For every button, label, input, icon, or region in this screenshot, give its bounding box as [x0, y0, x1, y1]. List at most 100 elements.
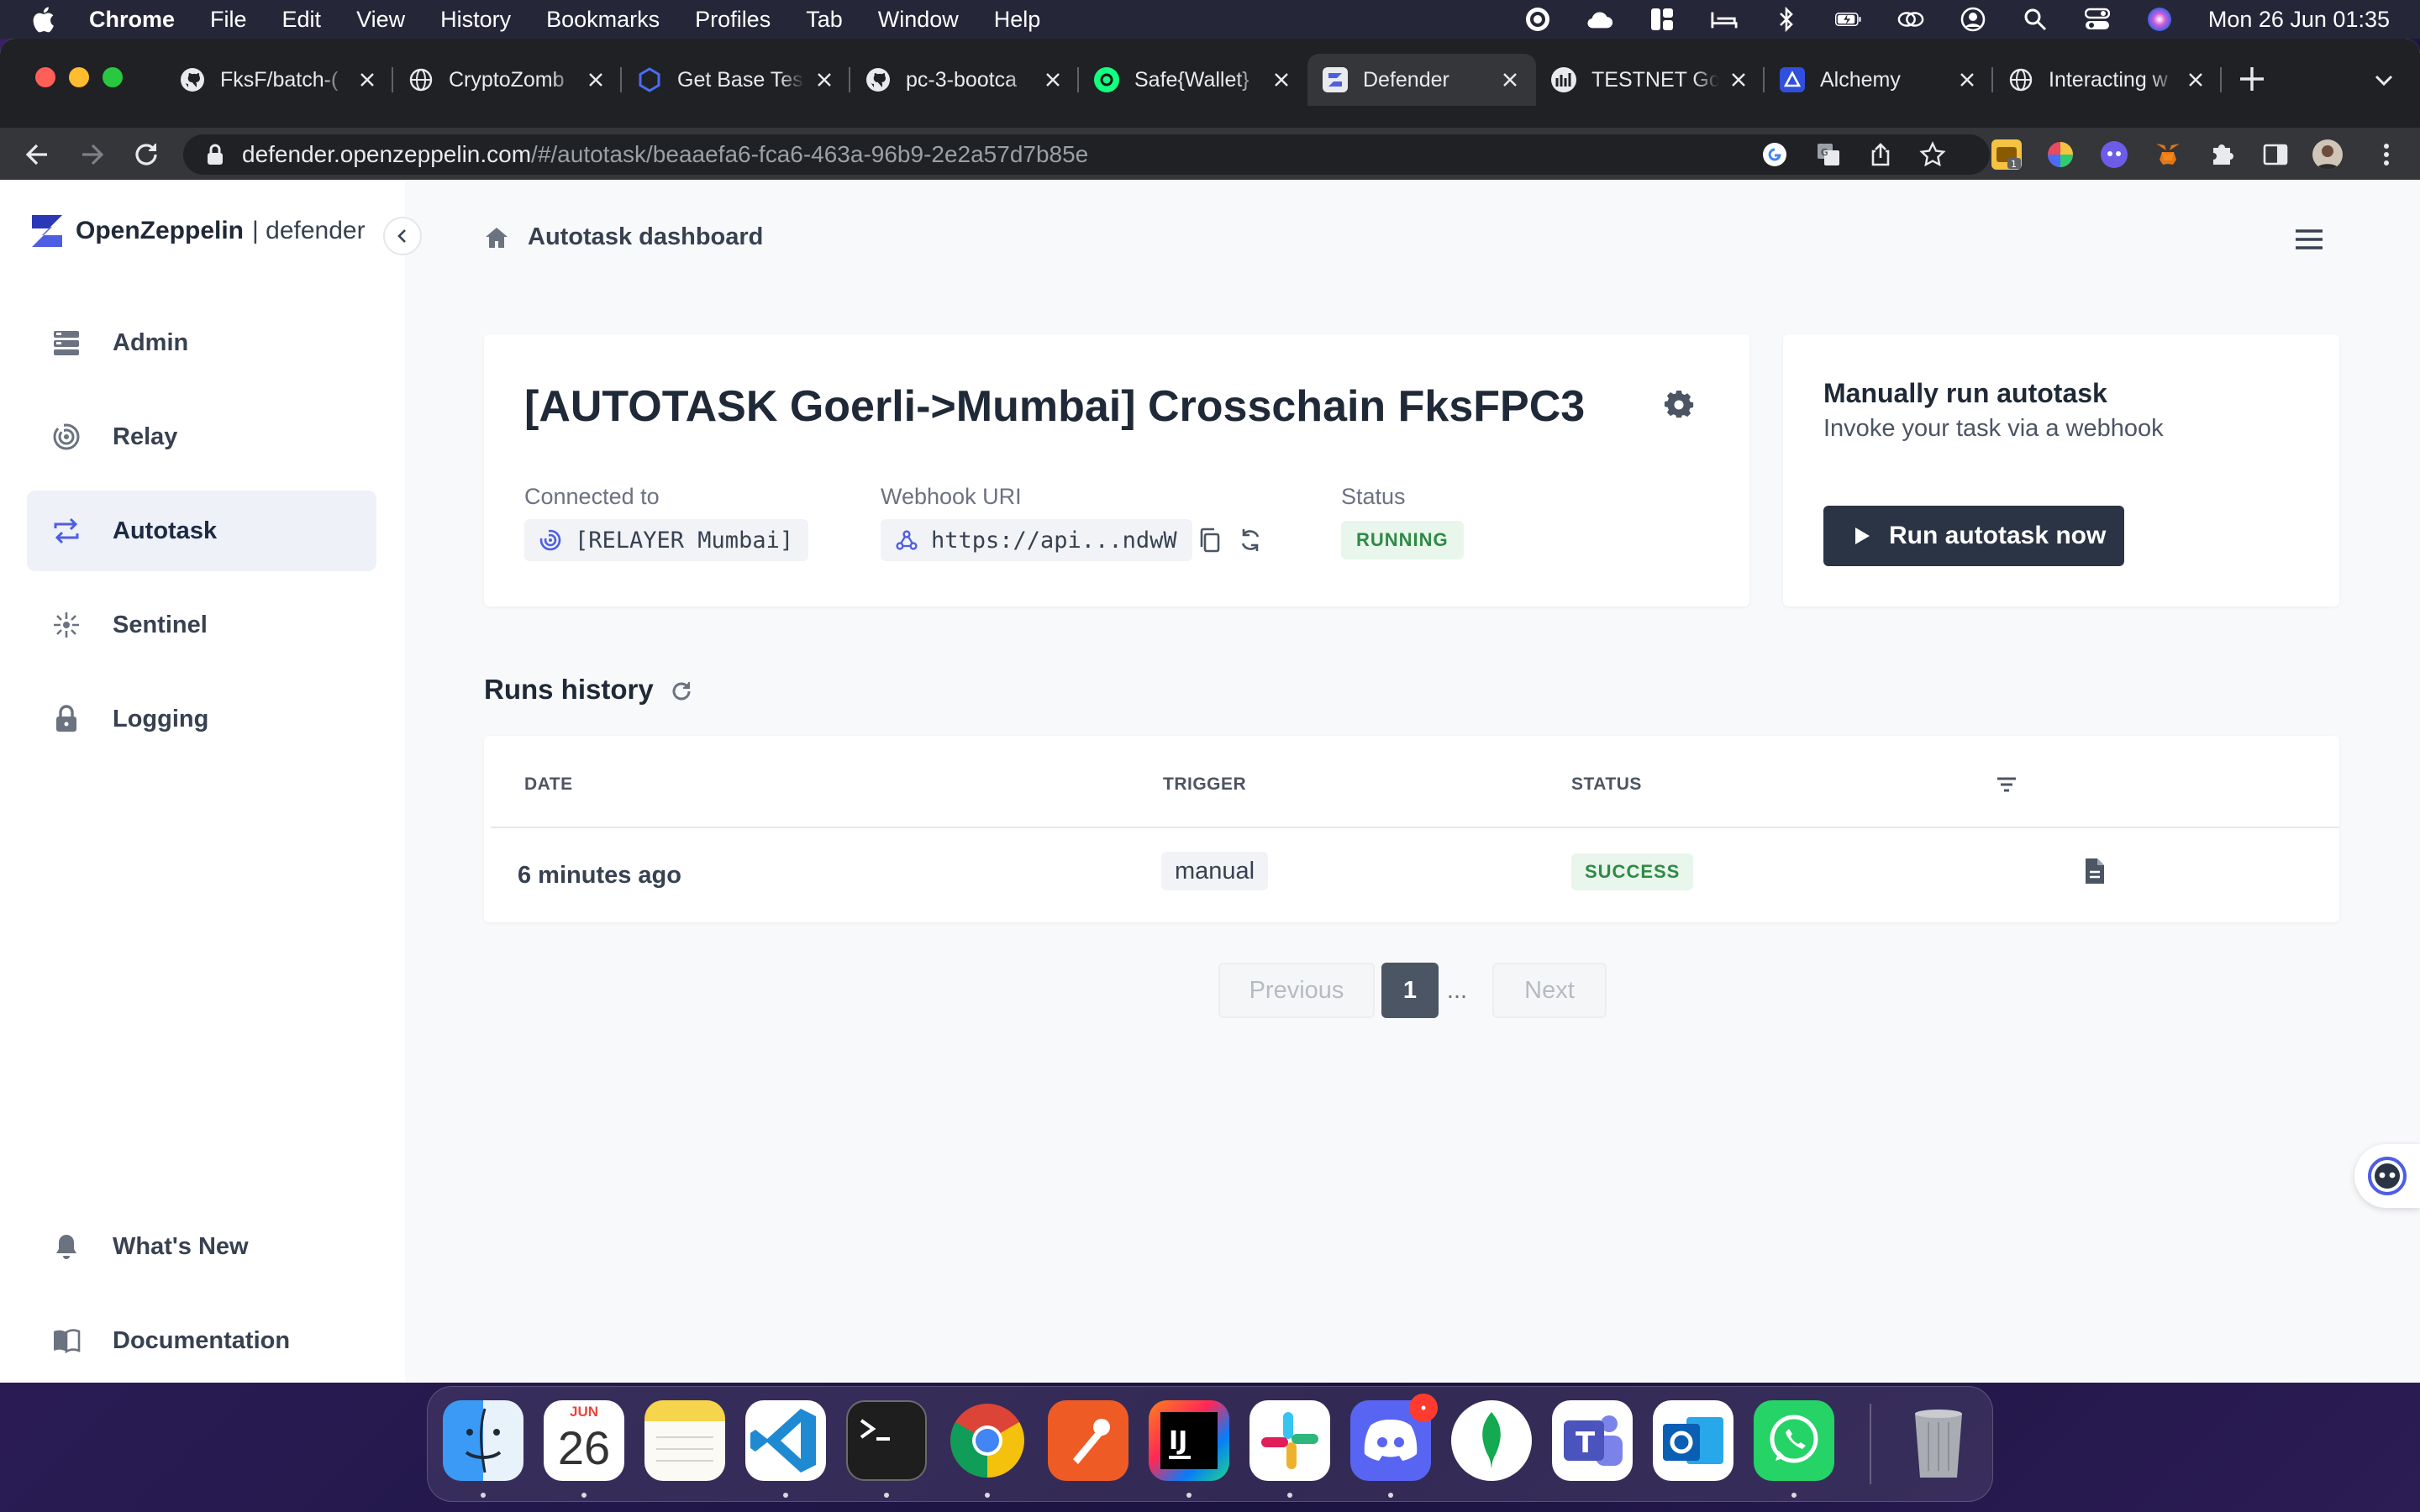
tab-cryptozombies[interactable]: CryptoZomb — [393, 54, 622, 106]
bed-icon[interactable] — [1711, 6, 1738, 33]
menu-window[interactable]: Window — [878, 7, 959, 33]
back-icon[interactable] — [20, 138, 54, 171]
close-tab-icon[interactable] — [353, 66, 381, 94]
column-header-date[interactable]: DATE — [524, 774, 573, 795]
regenerate-icon[interactable] — [1237, 527, 1264, 554]
menu-view[interactable]: View — [356, 7, 405, 33]
dock-discord-icon[interactable]: • — [1350, 1394, 1438, 1481]
menu-file[interactable]: File — [210, 7, 247, 33]
side-panel-icon[interactable] — [2260, 139, 2291, 170]
dock-intellij-icon[interactable]: IJ — [1149, 1400, 1229, 1481]
dock-teams-icon[interactable]: T — [1552, 1400, 1633, 1481]
sidebar-item-logging[interactable]: Logging — [27, 679, 376, 759]
collapse-sidebar-button[interactable] — [383, 217, 422, 255]
refresh-icon[interactable] — [669, 679, 694, 704]
chrome-menu-icon[interactable] — [2371, 139, 2402, 170]
close-window-button[interactable] — [35, 67, 55, 87]
profile-avatar[interactable] — [2312, 139, 2343, 170]
dock-postman-icon[interactable] — [1048, 1400, 1128, 1481]
bluetooth-icon[interactable] — [1773, 6, 1800, 33]
grammarly-status-icon[interactable] — [1524, 6, 1551, 33]
user-account-icon[interactable] — [1960, 6, 1986, 33]
sidebar-item-admin[interactable]: Admin — [27, 302, 376, 383]
tab-interacting[interactable]: Interacting w — [1993, 54, 2222, 106]
dock-notes-icon[interactable] — [644, 1400, 725, 1481]
menu-history[interactable]: History — [440, 7, 511, 33]
window-layout-icon[interactable] — [1649, 6, 1676, 33]
forward-icon[interactable] — [76, 138, 109, 171]
screen-mirror-icon[interactable] — [1897, 6, 1924, 33]
brand-logo[interactable]: OpenZeppelin | defender — [30, 213, 366, 249]
menu-bookmarks[interactable]: Bookmarks — [546, 7, 660, 33]
menu-edit[interactable]: Edit — [282, 7, 322, 33]
sidebar-item-relay[interactable]: Relay — [27, 396, 376, 477]
lock-icon[interactable] — [205, 143, 225, 166]
tab-alchemy[interactable]: Alchemy — [1765, 54, 1993, 106]
metamask-fox-icon[interactable] — [2153, 139, 2183, 170]
spotlight-search-icon[interactable] — [2022, 6, 2049, 33]
dock-vscode-icon[interactable] — [745, 1400, 826, 1481]
cloud-status-icon[interactable] — [1586, 6, 1613, 33]
dock-trash-icon[interactable] — [1898, 1400, 1979, 1481]
tab-get-base-testnet[interactable]: Get Base Tes — [622, 54, 850, 106]
close-tab-icon[interactable] — [1953, 66, 1981, 94]
tab-fksf-batch[interactable]: FksF/batch-( — [165, 54, 393, 106]
document-log-icon[interactable] — [2082, 857, 2107, 885]
tab-defender[interactable]: Defender — [1307, 54, 1536, 106]
sidebar-item-whats-new[interactable]: What's New — [27, 1206, 376, 1287]
sidebar-item-autotask[interactable]: Autotask — [27, 491, 376, 571]
sidebar-item-documentation[interactable]: Documentation — [27, 1300, 376, 1381]
google-lens-icon[interactable] — [1761, 141, 1788, 168]
address-bar[interactable]: defender.openzeppelin.com/#/autotask/bea… — [183, 134, 1990, 175]
webhook-uri-field[interactable]: https://api...ndwW — [881, 519, 1192, 561]
tab-pc-3-bootcamp[interactable]: pc-3-bootca — [850, 54, 1079, 106]
run-autotask-button[interactable]: Run autotask now — [1823, 506, 2124, 566]
dock-outlook-icon[interactable] — [1653, 1400, 1733, 1481]
battery-icon[interactable] — [1834, 6, 1862, 33]
sidebar-item-sentinel[interactable]: Sentinel — [27, 585, 376, 665]
column-header-trigger[interactable]: TRIGGER — [1163, 774, 1246, 795]
settings-gear-icon[interactable] — [1664, 390, 1694, 420]
siri-icon[interactable] — [2146, 6, 2173, 33]
reload-icon[interactable] — [129, 138, 163, 171]
new-tab-icon[interactable] — [2235, 62, 2269, 96]
home-icon[interactable] — [484, 225, 509, 250]
copy-icon[interactable] — [1197, 527, 1223, 554]
extensions-puzzle-icon[interactable] — [2207, 139, 2237, 170]
tab-safe-wallet[interactable]: Safe{Wallet} — [1079, 54, 1307, 106]
dock-chrome-icon[interactable] — [947, 1400, 1028, 1481]
menubar-clock[interactable]: Mon 26 Jun 01:35 — [2208, 7, 2390, 33]
dock-whatsapp-icon[interactable] — [1754, 1400, 1834, 1481]
tab-testnet-goerli[interactable]: TESTNET Go — [1536, 54, 1765, 106]
bookmark-star-icon[interactable] — [1919, 141, 1946, 168]
close-tab-icon[interactable] — [1724, 66, 1753, 94]
url-text[interactable]: defender.openzeppelin.com/#/autotask/bea… — [242, 141, 1088, 168]
filter-icon[interactable] — [1993, 771, 2020, 798]
dock-mongodb-icon[interactable] — [1451, 1400, 1532, 1481]
pagination-page-1[interactable]: 1 — [1381, 963, 1439, 1018]
close-tab-icon[interactable] — [581, 66, 610, 94]
column-header-status[interactable]: STATUS — [1571, 774, 1642, 795]
close-tab-icon[interactable] — [1496, 66, 1524, 94]
share-icon[interactable] — [1867, 141, 1894, 168]
dock-slack-icon[interactable] — [1249, 1400, 1330, 1481]
dock-terminal-icon[interactable] — [846, 1400, 927, 1481]
control-center-icon[interactable] — [2084, 6, 2111, 33]
dock-finder-icon[interactable] — [443, 1400, 523, 1481]
dock-calendar-icon[interactable]: JUN 26 — [544, 1400, 624, 1481]
menu-help[interactable]: Help — [994, 7, 1041, 33]
menu-app-name[interactable]: Chrome — [89, 7, 175, 33]
apple-icon[interactable] — [30, 5, 55, 34]
support-widget-button[interactable] — [2354, 1144, 2420, 1208]
close-tab-icon[interactable] — [1267, 66, 1296, 94]
menu-profiles[interactable]: Profiles — [695, 7, 771, 33]
zoom-window-button[interactable] — [103, 67, 123, 87]
hamburger-menu-icon[interactable] — [2292, 225, 2326, 254]
menu-tab[interactable]: Tab — [806, 7, 843, 33]
extension-wallet-icon[interactable]: 1 — [1991, 139, 2022, 170]
pagination-next-button[interactable]: Next — [1492, 963, 1607, 1018]
close-tab-icon[interactable] — [2181, 66, 2210, 94]
extension-ghost-icon[interactable] — [2099, 139, 2129, 170]
connected-relayer-link[interactable]: [RELAYER Mumbai] — [524, 519, 809, 561]
extension-pinwheel-icon[interactable] — [2045, 139, 2075, 170]
